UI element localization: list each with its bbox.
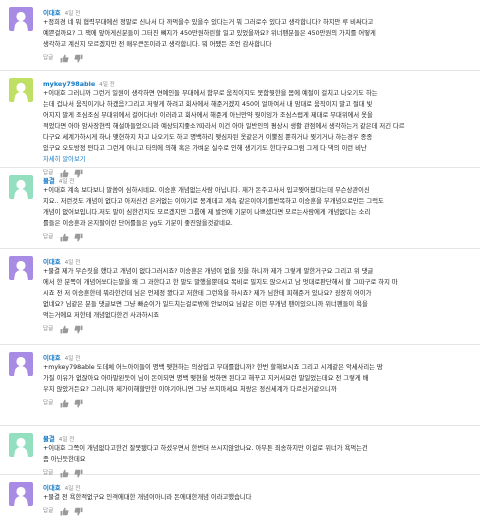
comment-header: 이대호 4일 전 [43,349,472,362]
reply-button[interactable]: 답글 [43,506,53,516]
comment-text-line: 시죠 전 저 이승훈한테 뭐라한건데 님은 언제정 봤다고 저한테 그런욕을 하… [43,290,372,297]
comment-text-line: 없네요? 님같은 분들 댓글보면 그냥 빠순이가 일드치는걸로밖에 안보여요 님… [43,301,368,308]
comment-text-line: +이대호 그쪽이 개념없다고한건 잘못됐다고 하셨우면서 한번더 쓰시지않았나요… [43,445,368,452]
avatar[interactable] [9,78,33,102]
comment-author[interactable]: 이대호 [43,484,61,492]
comment-text: +이대호 그러니까 그런거 일원이 생각하면 연예인들 무대에서 함부로 움직이… [43,88,472,154]
comment-author[interactable]: 물결 [43,177,55,185]
avatar[interactable] [9,256,33,280]
thumb-up-icon[interactable] [60,507,69,516]
thumb-up-icon[interactable] [60,399,69,408]
comment-text-line: 지요.. 저런것도 개념이 없다고 아저신건 은커없는 이야기로 몽계데고 계속… [43,198,384,205]
thumb-down-icon[interactable] [74,233,83,242]
comment-content: 이대호 4일 전 +물결 제가 무슨짓을 했다고 개념이 없다그러시죠? 이승훈은 … [43,253,472,334]
comment-text: +이대호 계속 보다보니 말씀이 심하시네요. 이승훈 개념없는사람 아닙니다.… [43,185,472,229]
comment-author[interactable]: 물결 [43,435,55,443]
reply-button[interactable]: 답글 [43,232,53,242]
comment-text-line: 어지지 말게 조심조심 무대위에서 걸어다녀! 이러라고 회사에서 해준게 아닌… [43,112,373,119]
comment-content: 이대호 4일 전 +mykey798able 도데체 어느아이들이 명백 맺현하는 … [43,349,472,408]
comment-actions: 답글 [43,53,472,63]
comment-text: +물결 제가 무슨짓을 했다고 개념이 없다그러시죠? 이승훈은 개념이 없을 … [43,266,472,321]
comment-item: 물결 4일 전 +이대호 계속 보다보니 말씀이 심하시네요. 이승훈 개념없는사람… [0,168,480,249]
comment-text-line: +이대호 계속 보다보니 말씀이 심하시네요. 이승훈 개념없는사람 아닙니다.… [43,187,370,194]
comment-actions: 답글 [43,232,472,242]
comment-actions: 답글 [43,398,472,408]
comment-content: 이대호 4일 전 +정희경 네 뭐 협력무대에선 정말로 신나서 다 까먹을수 있을… [43,4,472,63]
comment-item: 이대호 4일 전 +물결 전 욕한적없구요 인격에대한 개념이아니라 돈에대한개념 … [0,475,480,515]
comment-text-line: 먹는거에요 저한테 개념없다한건 사과하시죠 [43,312,160,319]
comment-author[interactable]: 이대호 [43,258,61,266]
thumb-down-icon[interactable] [74,325,83,334]
comment-text-line: +이대호 그러니까 그런거 일원이 생각하면 연예인들 무대에서 함부로 움직이… [43,90,378,97]
comment-author[interactable]: 이대호 [43,9,61,17]
comment-actions: 답글 [43,506,472,516]
avatar[interactable] [9,433,33,457]
comment-text-line: 에서 한 분쪽이 개념어쏘다는말을 왜 그 과한다고 한 말도 말했을뿐데요 목… [43,279,398,286]
comment-text-line: 를들은 이승훈과 온지팔이란 단어를들은 yg도 기분이 좋진않을것같네요. [43,220,233,227]
reply-button[interactable]: 답글 [43,324,53,334]
thumb-up-icon[interactable] [60,233,69,242]
thumb-down-icon[interactable] [74,507,83,516]
comment-item: 이대호 4일 전 +정희경 네 뭐 협력무대에선 정말로 신나서 다 까먹을수 있을… [0,0,480,71]
comment-text-line: 개념이 없어보입니다.저도 말이 심한건지도 모르겠지만 그룹에 제 발언에 기… [43,209,371,216]
comment-header: 물결 4일 전 [43,430,472,443]
comment-text-line: +물결 전 욕한적없구요 인격에대한 개념이아니라 돈에대한개념 이라고했습니다 [43,494,252,501]
comment-actions: 답글 [43,324,472,334]
comment-author[interactable]: 이대호 [43,354,61,362]
thumb-down-icon[interactable] [74,399,83,408]
comment-text-line: 생각하고 계신지 모르겠지만 전 매우큰돈이라고 생각합니다. 뭐 어쨌든 조언… [43,41,272,48]
comment-text-line: 좀 아닌듯한데요 [43,456,86,463]
comment-text-line: 우지 않았거든요? 그러니까 제가이해할만한 이야기아니면 그냥 쓰지마세요 처… [43,386,337,393]
comment-content: 물결 4일 전 +이대호 계속 보다보니 말씀이 심하시네요. 이승훈 개념없는사람… [43,172,472,242]
comment-header: 이대호 4일 전 [43,253,472,266]
comment-text: +mykey798able 도데체 어느아이들이 명백 맺현하는 의상입고 무대… [43,362,472,395]
comment-text-line: +물결 제가 무슨짓을 했다고 개념이 없다그러시죠? 이승훈은 개념이 없을 … [43,268,374,275]
comment-text-line: 예쁜걸까요? 그 잭에 앞아게신분들이 그터진 뼈지가 450만원하린할 일고 … [43,30,376,37]
avatar[interactable] [9,352,33,376]
comment-text: +물결 전 욕한적없구요 인격에대한 개념이아니라 돈에대한개념 이라고했습니다 [43,492,472,503]
avatar[interactable] [9,7,33,31]
comment-text-line: +mykey798able 도데체 어느아이들이 명백 맺현하는 의상입고 무대… [43,364,383,371]
comment-text-line: 가질 이유가 없잖아요 아마말왼듯이 님이 돈이되면 명백 맺현을 벗하면 된다… [43,375,369,382]
comment-header: mykey798able 4일 전 [43,75,472,88]
comment-text-line: 있구요 오도방정 떤다고 그런게 아니고 타의에 의해 혹은 가벼운 실수로 인… [43,145,367,152]
comment-content: 물결 4일 전 +이대호 그쪽이 개념없다고한건 잘못됐다고 하셨우면서 한번더 쓰… [43,430,472,478]
reply-button[interactable]: 답글 [43,398,53,408]
comment-text-line: 다구요 세계가하시게 하나 맺현하지 차고 나오기도 하고 명백하리 맺심자된 … [43,134,373,141]
comment-text-line: 적었다면 아마 암사장현력 해설마들었으니라 예상되지좋소?따라서 이건 아마 … [43,123,405,130]
comment-content: mykey798able 4일 전 +이대호 그러니까 그런거 일원이 생각하면 연… [43,75,472,178]
comment-header: 이대호 4일 전 [43,479,472,492]
comment-text: +이대호 그쪽이 개념없다고한건 잘못됐다고 하셨우면서 한번더 쓰시지않았나요… [43,443,472,465]
thumb-down-icon[interactable] [74,54,83,63]
comment-header: 이대호 4일 전 [43,4,472,17]
comment-item: 이대호 4일 전 +mykey798able 도데체 어느아이들이 명백 맺현하는 … [0,345,480,426]
comment-text-line: +정희경 네 뭐 협력무대에선 정말로 신나서 다 까먹을수 있을수 있다는거 … [43,19,374,26]
comment-author[interactable]: mykey798able [43,80,95,88]
read-more-link[interactable]: 자세히 알아보기 [43,154,472,165]
comment-item: 물결 4일 전 +이대호 그쪽이 개념없다고한건 잘못됐다고 하셨우면서 한번더 쓰… [0,426,480,478]
comment-header: 물결 4일 전 [43,172,472,185]
comment-item: mykey798able 4일 전 +이대호 그러니까 그런거 일원이 생각하면 연… [0,71,480,177]
avatar[interactable] [9,175,33,199]
thumb-up-icon[interactable] [60,54,69,63]
thumb-up-icon[interactable] [60,325,69,334]
comment-text: +정희경 네 뭐 협력무대에선 정말로 신나서 다 까먹을수 있을수 있다는거 … [43,17,472,50]
comment-item: 이대호 4일 전 +물결 제가 무슨짓을 했다고 개념이 없다그러시죠? 이승훈은 … [0,249,480,345]
avatar[interactable] [9,482,33,506]
comment-text-line: 는데 겁나서 움직이기나 하겠음?그리고 저렇게 하려고 회사에서 해준거겠지 … [43,101,373,108]
reply-button[interactable]: 답글 [43,53,53,63]
